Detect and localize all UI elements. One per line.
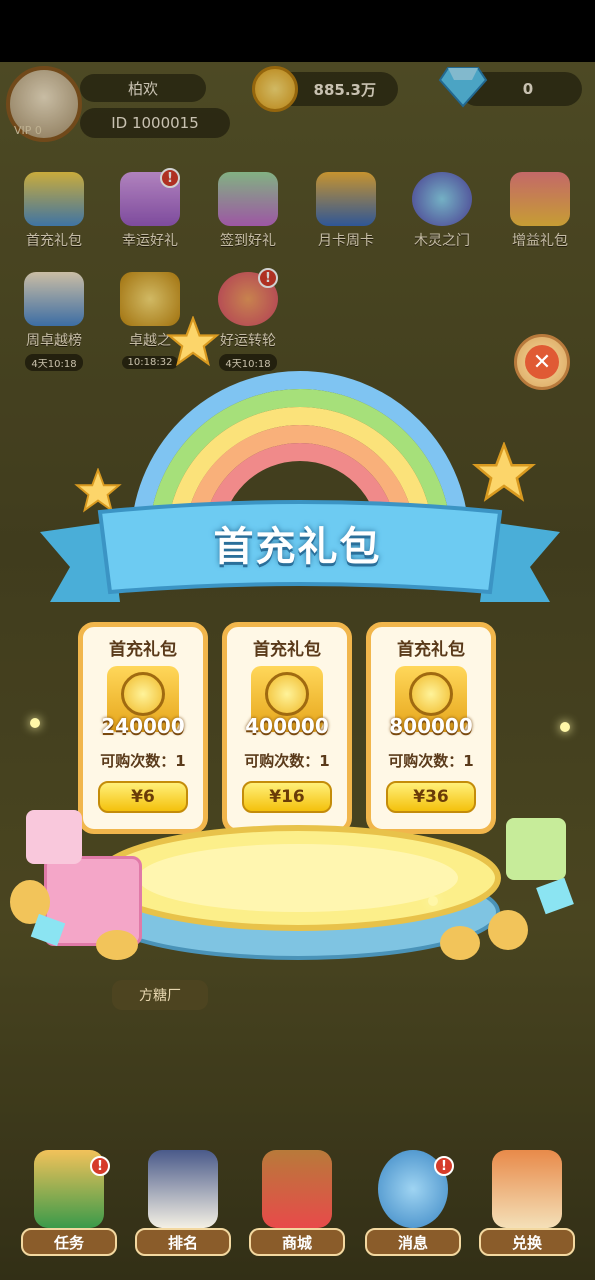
alert-badge: !	[434, 1156, 454, 1176]
star-icon	[166, 316, 220, 367]
card-title: 首充礼包	[397, 640, 465, 660]
almond-icon	[96, 930, 138, 960]
nav-messages[interactable]: ! 消息	[358, 1150, 468, 1256]
shop-icon	[262, 1150, 332, 1228]
status-bar	[0, 0, 595, 62]
gift-card[interactable]: 首充礼包 400000 可购次数：1 ¥16	[222, 622, 352, 834]
card-amount: 400000	[245, 714, 329, 738]
gift-card[interactable]: 首充礼包 240000 可购次数：1 ¥6	[78, 622, 208, 834]
calendar-check-icon	[148, 1150, 218, 1228]
nav-shop[interactable]: 商城	[242, 1150, 352, 1256]
card-amount: 800000	[389, 714, 473, 738]
gift-box-icon	[506, 818, 566, 880]
purchase-count: 可购次数：1	[388, 752, 474, 770]
sparkle-decoration	[30, 718, 40, 728]
sparkle-decoration	[560, 722, 570, 732]
popup-title: 首充礼包	[213, 524, 382, 570]
gift-box-icon	[26, 810, 82, 864]
card-title: 首充礼包	[109, 640, 177, 660]
nav-tasks[interactable]: ! 任务	[14, 1150, 124, 1256]
almond-icon	[488, 910, 528, 950]
gift-card[interactable]: 首充礼包 800000 可购次数：1 ¥36	[366, 622, 496, 834]
buy-button[interactable]: ¥36	[386, 781, 476, 813]
almond-icon	[440, 926, 480, 960]
purchase-count: 可购次数：1	[244, 752, 330, 770]
buy-button[interactable]: ¥6	[98, 781, 188, 813]
house-icon	[492, 1150, 562, 1228]
purchase-count: 可购次数：1	[100, 752, 186, 770]
alert-badge: !	[90, 1156, 110, 1176]
card-amount: 240000	[101, 714, 185, 738]
buy-button[interactable]: ¥16	[242, 781, 332, 813]
close-button[interactable]: ✕	[514, 334, 570, 390]
sparkle-decoration	[428, 896, 438, 906]
nav-exchange[interactable]: 兑换	[472, 1150, 582, 1256]
card-title: 首充礼包	[253, 640, 321, 660]
close-icon: ✕	[525, 345, 559, 379]
location-label[interactable]: 方糖厂	[112, 980, 208, 1010]
nav-ranking[interactable]: 排名	[128, 1150, 238, 1256]
